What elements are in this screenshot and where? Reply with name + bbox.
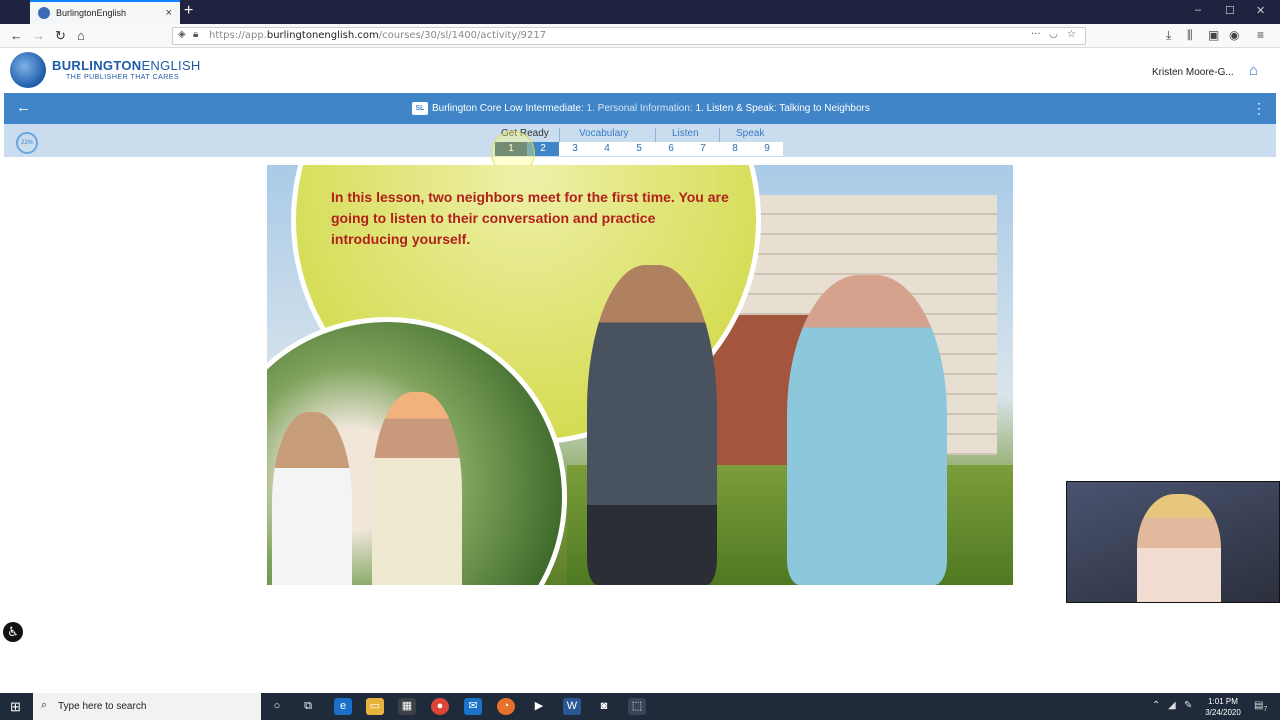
word-icon[interactable]: W [563, 698, 581, 715]
presenter-figure [1137, 494, 1221, 602]
browser-nav-bar: ← → ↻ ⌂ ◈ 🔒︎ https://app.burlingtonengli… [0, 24, 1280, 48]
pen-icon[interactable]: ✎ [1184, 700, 1192, 711]
sidebar-icon[interactable]: ▣ [1208, 28, 1219, 42]
bookmark-star-icon[interactable]: ☆ [1067, 29, 1076, 40]
mail-icon[interactable]: ✉ [464, 698, 482, 715]
browser-tab-bar: BurlingtonEnglish × + – ☐ ✕ [0, 0, 1280, 24]
lesson-illustration: In this lesson, two neighbors meet for t… [267, 165, 1013, 585]
url-bar[interactable]: ◈ 🔒︎ https://app.burlingtonenglish.com/c… [172, 27, 1086, 45]
section-listen[interactable]: Listen [672, 128, 699, 139]
logo-tagline: THE PUBLISHER THAT CARES [66, 74, 180, 81]
network-icon[interactable]: ◢ [1168, 700, 1176, 711]
store-icon[interactable]: ▦ [398, 698, 416, 715]
cortana-icon[interactable]: ○ [268, 698, 286, 715]
webcam-overlay [1066, 481, 1280, 603]
pocket-icon[interactable]: ◡ [1049, 29, 1058, 40]
step-3[interactable]: 3 [559, 142, 591, 156]
windows-taskbar: ⊞ ⌕ Type here to search ○ ⧉ e ▭ ▦ ● ✉ ◔ … [0, 693, 1280, 720]
app-header: BURLINGTONENGLISH THE PUBLISHER THAT CAR… [0, 48, 1280, 93]
back-icon[interactable]: ← [10, 28, 23, 43]
sl-badge: SL [412, 102, 428, 115]
page-actions-icon[interactable]: ··· [1031, 29, 1041, 40]
new-tab-button[interactable]: + [184, 2, 193, 20]
step-8[interactable]: 8 [719, 142, 751, 156]
menu-icon[interactable]: ≡ [1257, 28, 1264, 42]
woman-figure [272, 412, 352, 585]
step-9[interactable]: 9 [751, 142, 783, 156]
logo-light: ENGLISH [141, 58, 201, 73]
file-explorer-icon[interactable]: ▭ [366, 698, 384, 715]
step-6[interactable]: 6 [655, 142, 687, 156]
forward-icon[interactable]: → [32, 28, 45, 43]
url-path: /courses/30/sl/1400/activity/9217 [378, 30, 547, 41]
section-vocabulary[interactable]: Vocabulary [579, 128, 628, 139]
camera-icon[interactable]: ◙ [595, 698, 613, 715]
woman-hat-figure [372, 392, 462, 585]
chrome-icon[interactable]: ● [431, 698, 449, 715]
clock-date: 3/24/2020 [1205, 708, 1241, 717]
logo-bold: BURLINGTON [52, 58, 142, 73]
tab-title: BurlingtonEnglish [56, 8, 127, 18]
close-window-button[interactable]: ✕ [1256, 4, 1265, 17]
task-view-icon[interactable]: ⧉ [299, 698, 317, 715]
reload-icon[interactable]: ↻ [55, 28, 66, 44]
search-placeholder: Type here to search [58, 701, 147, 712]
step-4[interactable]: 4 [591, 142, 623, 156]
download-icon[interactable]: ⤓ [1166, 28, 1171, 43]
breadcrumb-course: Burlington Core Low Intermediate: [432, 103, 584, 114]
notification-count: 7 [1263, 706, 1268, 713]
account-icon[interactable]: ◉ [1229, 28, 1239, 42]
snipping-tool-icon[interactable]: ⬚ [628, 698, 646, 715]
back-arrow-icon[interactable]: ← [16, 99, 31, 116]
tray-chevron-icon[interactable]: ⌃ [1152, 700, 1160, 711]
breadcrumb-unit: 1. Personal Information: [586, 103, 693, 114]
breadcrumb-activity: 1. Listen & Speak: Talking to Neighbors [695, 103, 870, 114]
firefox-icon[interactable]: ◔ [497, 698, 515, 715]
library-icon[interactable]: ⫼ [1187, 28, 1193, 43]
url-domain: burlingtonenglish.com [266, 30, 379, 41]
section-speak[interactable]: Speak [736, 128, 764, 139]
home-icon[interactable]: ⌂ [77, 28, 85, 43]
taskbar-search[interactable]: ⌕ Type here to search [33, 693, 261, 720]
edge-icon[interactable]: e [334, 698, 352, 715]
step-5[interactable]: 5 [623, 142, 655, 156]
more-options-icon[interactable]: ⋮ [1252, 100, 1266, 117]
url-prefix: https://app. [209, 30, 267, 41]
progress-indicator: 22% [16, 132, 38, 154]
notifications-icon[interactable]: ▤7 [1254, 700, 1267, 713]
app-home-icon[interactable]: ⌂ [1249, 62, 1258, 79]
messaging-icon[interactable]: ▶ [530, 698, 548, 715]
minimize-button[interactable]: – [1195, 4, 1201, 16]
lesson-intro-text: In this lesson, two neighbors meet for t… [331, 189, 729, 247]
windows-start-icon[interactable]: ⊞ [10, 699, 21, 715]
clock[interactable]: 1:01 PM 3/24/2020 [1200, 696, 1246, 718]
logo-globe-icon [10, 52, 46, 88]
breadcrumb: Burlington Core Low Intermediate: 1. Per… [432, 103, 870, 114]
older-man-figure [787, 275, 947, 585]
shield-icon: ◈ [178, 29, 186, 40]
lesson-stepper: 22% Get Ready Vocabulary Listen Speak 1 … [4, 124, 1276, 157]
step-7[interactable]: 7 [687, 142, 719, 156]
search-icon: ⌕ [41, 699, 48, 711]
clock-time: 1:01 PM [1208, 697, 1238, 706]
maximize-button[interactable]: ☐ [1225, 4, 1235, 17]
favicon-icon [38, 7, 50, 19]
lock-icon: 🔒︎ [193, 29, 199, 40]
close-tab-icon[interactable]: × [166, 7, 172, 19]
browser-tab[interactable]: BurlingtonEnglish × [30, 0, 180, 24]
young-man-figure [587, 265, 717, 585]
user-name[interactable]: Kristen Moore-G... [1152, 67, 1234, 78]
accessibility-icon[interactable]: ♿︎ [3, 622, 23, 642]
logo-text: BURLINGTONENGLISH [52, 58, 201, 73]
course-breadcrumb-bar: ← SL Burlington Core Low Intermediate: 1… [4, 93, 1276, 124]
